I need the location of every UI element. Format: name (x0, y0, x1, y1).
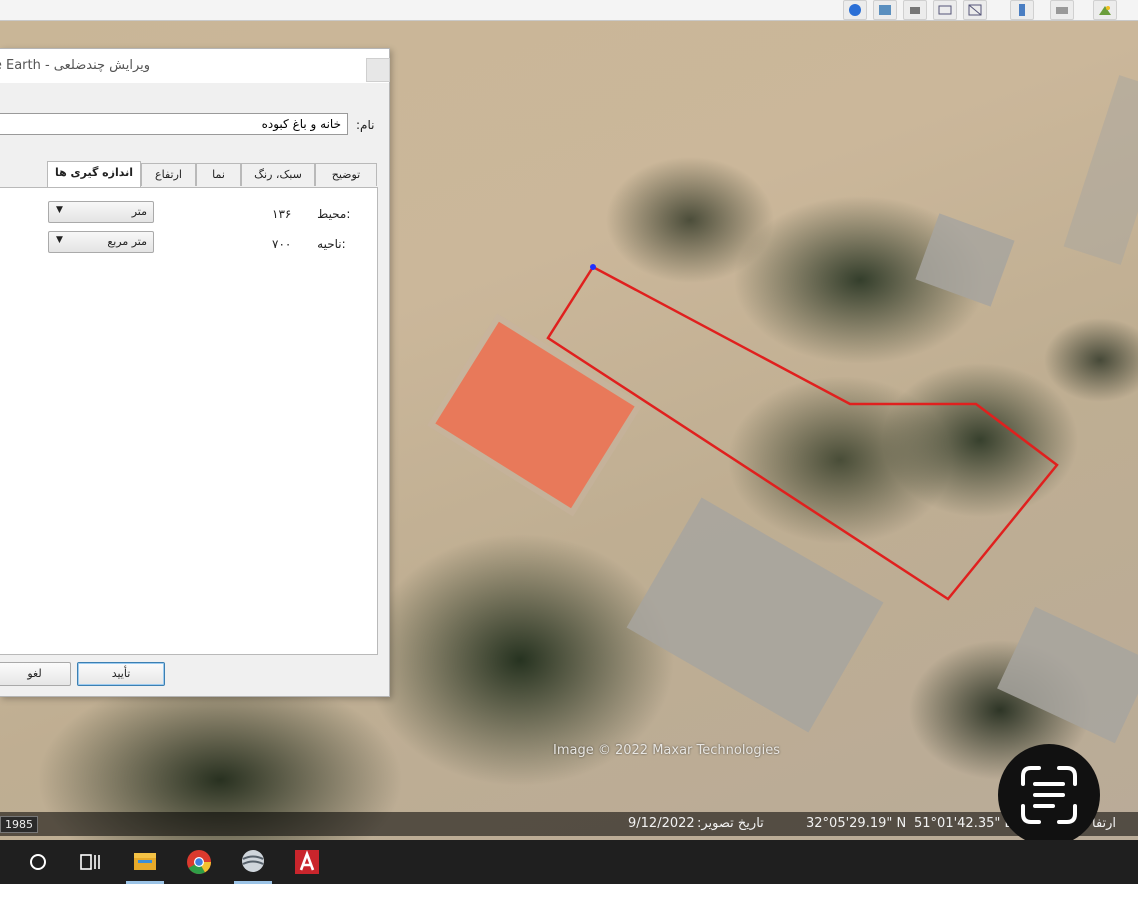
cortana-circle-icon[interactable] (15, 840, 61, 884)
tab-style-color[interactable]: سبک، رنگ (241, 163, 315, 186)
scan-text-icon (1021, 766, 1077, 824)
dialog-title: ویرایش چندضلعی - Google Earth (0, 58, 151, 73)
perimeter-value: ۱۳۶ (272, 207, 292, 221)
email-icon[interactable] (933, 0, 957, 20)
tab-view[interactable]: نما (196, 163, 241, 186)
name-input[interactable] (0, 113, 348, 135)
text-scan-button[interactable] (998, 744, 1100, 846)
image-date: 9/12/2022 (628, 816, 695, 831)
edit-polygon-dialog: ویرایش چندضلعی - Google Earth نام: توضیح… (0, 48, 390, 697)
tab-measurements[interactable]: اندازه گیری ها (47, 161, 141, 188)
sky-icon[interactable] (873, 0, 897, 20)
task-view-icon[interactable] (66, 840, 112, 884)
perimeter-unit: متر (131, 205, 147, 218)
earth-icon[interactable] (843, 0, 867, 20)
area-label: ناحیه: (317, 237, 346, 251)
chevron-down-icon: ▼ (56, 235, 63, 245)
dialog-titlebar[interactable]: ویرایش چندضلعی - Google Earth (0, 49, 390, 83)
area-unit-select[interactable]: متر مربع ▼ (48, 231, 154, 253)
planets-icon[interactable] (1093, 0, 1117, 20)
map-icon[interactable] (963, 0, 987, 20)
tab-altitude[interactable]: ارتفاع (141, 163, 196, 186)
page-bottom-strip (0, 884, 1138, 904)
tab-strip: توضیح سبک، رنگ نما ارتفاع اندازه گیری ها (0, 161, 377, 188)
windows-taskbar (0, 840, 1138, 884)
file-explorer-icon[interactable] (122, 840, 168, 884)
perimeter-unit-select[interactable]: متر ▼ (48, 201, 154, 223)
area-unit: متر مربع (107, 235, 147, 248)
status-bar: 1985 9/12/2022 تاریخ تصویر: 32°05'29.19"… (0, 812, 1138, 836)
perimeter-row: ۱۳۶ محیط: (272, 207, 350, 221)
earth-toolbar (0, 0, 1138, 21)
print-icon[interactable] (903, 0, 927, 20)
area-value: ۷۰۰ (272, 237, 292, 251)
ok-button[interactable]: تأیید (77, 662, 165, 686)
name-label: نام: (356, 118, 375, 132)
cancel-button[interactable]: لغو (0, 662, 71, 686)
measurements-panel: ۱۳۶ محیط: متر ▼ ۷۰۰ ناحیه: متر مربع ▼ (0, 187, 378, 655)
tab-description[interactable]: توضیح (315, 163, 377, 186)
chrome-icon[interactable] (176, 840, 222, 884)
latitude-readout: 32°05'29.19" N (806, 816, 907, 831)
polygon-vertex-active (590, 264, 596, 270)
close-button[interactable] (366, 58, 390, 82)
chevron-down-icon: ▼ (56, 205, 63, 215)
ruler-icon[interactable] (1010, 0, 1034, 20)
perimeter-label: محیط: (317, 207, 351, 221)
autocad-icon[interactable] (284, 840, 330, 884)
imagery-credit: Image © 2022 Maxar Technologies (553, 743, 781, 758)
property-polygon (546, 265, 1059, 601)
sun-icon[interactable] (1050, 0, 1074, 20)
area-row: ۷۰۰ ناحیه: (272, 237, 346, 251)
google-earth-icon[interactable] (230, 840, 276, 884)
historical-imagery-year[interactable]: 1985 (0, 816, 38, 833)
image-date-label: تاریخ تصویر: (697, 816, 764, 831)
